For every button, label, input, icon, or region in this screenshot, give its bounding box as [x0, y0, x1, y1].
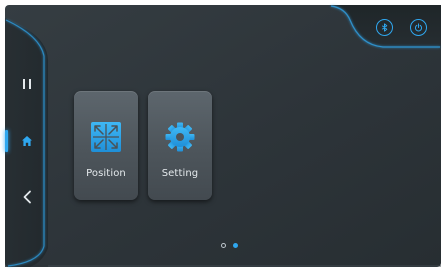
power-icon	[414, 23, 423, 32]
position-tile[interactable]: Position	[74, 91, 138, 200]
page-dot-1[interactable]	[221, 243, 226, 248]
home-icon	[22, 136, 32, 146]
pause-icon	[23, 79, 31, 89]
page-dot-2[interactable]	[233, 243, 238, 248]
chevron-left-icon	[23, 190, 31, 204]
gear-icon	[165, 122, 195, 152]
home-active-indicator	[5, 130, 8, 152]
back-button[interactable]	[14, 184, 40, 210]
position-icon	[91, 122, 121, 152]
home-button[interactable]	[14, 128, 40, 154]
position-tile-label: Position	[86, 168, 126, 179]
device-screen: Position Setting	[0, 0, 445, 271]
setting-tile[interactable]: Setting	[148, 91, 212, 200]
pause-button[interactable]	[14, 71, 40, 97]
bluetooth-icon	[381, 23, 388, 32]
screen-background	[5, 5, 441, 267]
power-button[interactable]	[410, 19, 427, 36]
setting-tile-label: Setting	[161, 168, 199, 179]
bluetooth-button[interactable]	[376, 19, 393, 36]
